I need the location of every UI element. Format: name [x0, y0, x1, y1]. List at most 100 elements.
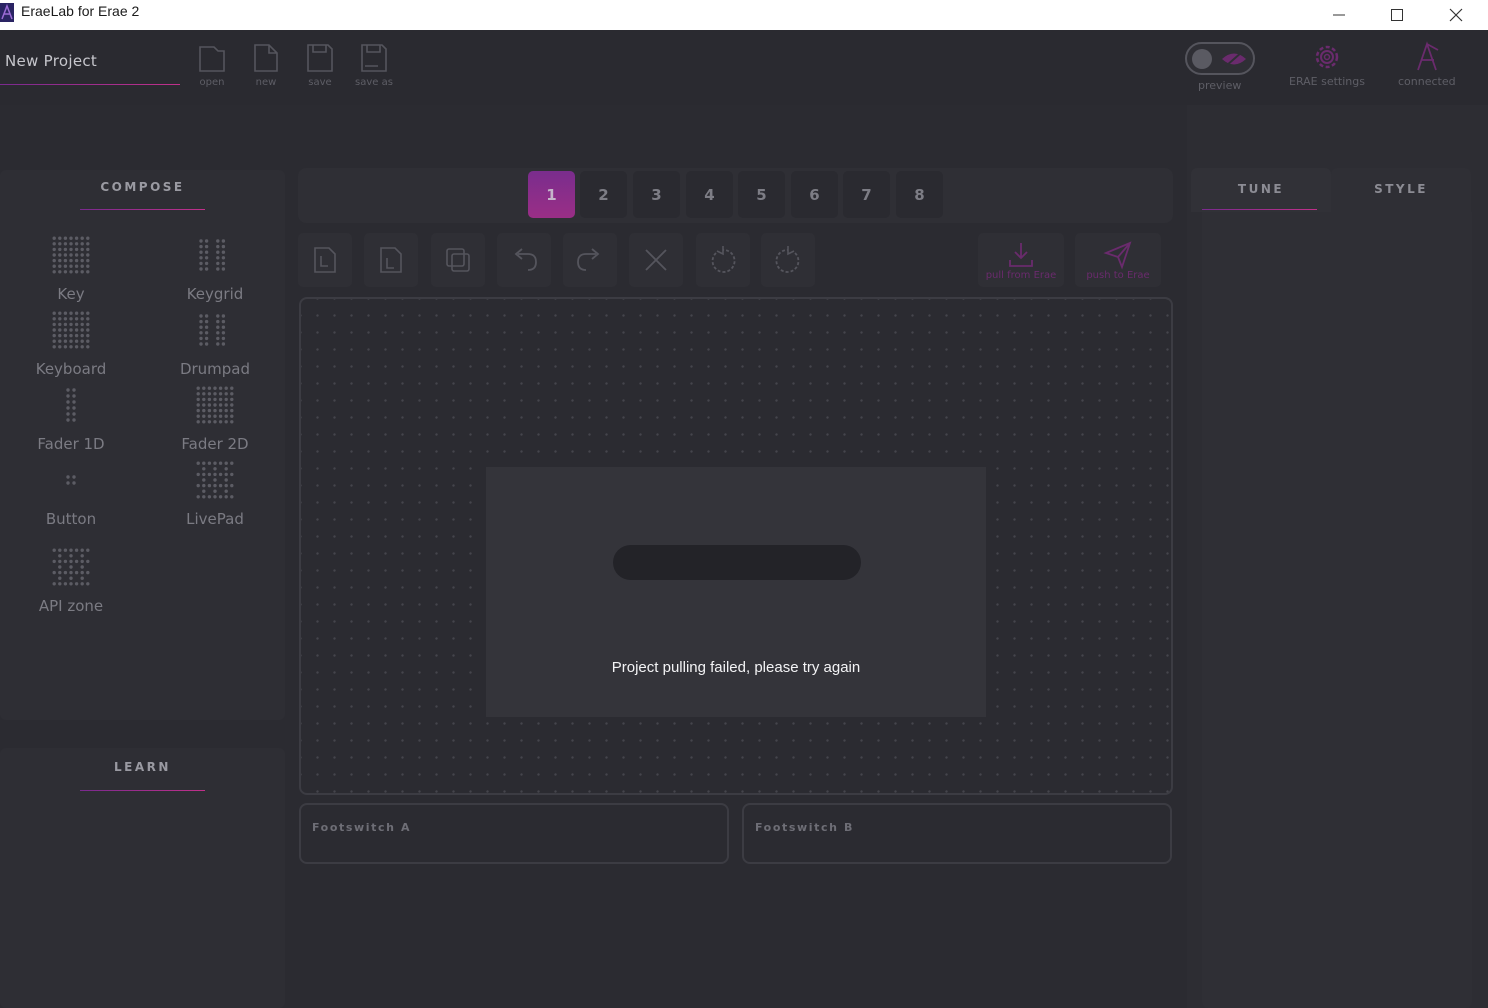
- tab-style[interactable]: STYLE: [1331, 168, 1471, 212]
- import-layout-icon: [380, 247, 402, 273]
- send-icon: [1103, 240, 1132, 270]
- import-layout-button[interactable]: [364, 233, 418, 287]
- fader-2d-dots-icon: [195, 385, 235, 425]
- pull-from-erae-button[interactable]: pull from Erae: [978, 233, 1064, 287]
- erae-settings-label: ERAE settings: [1289, 75, 1365, 88]
- save-label: save: [308, 77, 332, 88]
- rotate-left-button[interactable]: [696, 233, 750, 287]
- duplicate-button[interactable]: [431, 233, 485, 287]
- livepad-dots-icon: [195, 460, 235, 500]
- pull-from-erae-label: pull from Erae: [985, 269, 1057, 281]
- gear-icon: [1315, 45, 1339, 69]
- progress-bar: [613, 545, 861, 580]
- rotate-left-icon: [711, 246, 736, 273]
- compose-panel: COMPOSE Key Keygrid Keyboard Drumpad Fad…: [0, 170, 285, 720]
- preview-toggle[interactable]: [1185, 42, 1255, 75]
- widget-keygrid[interactable]: Keygrid: [160, 235, 270, 307]
- widget-key-label: Key: [57, 285, 85, 303]
- fader-1d-dots-icon: [51, 385, 91, 425]
- erae-logo-icon: [1416, 41, 1439, 71]
- new-button[interactable]: new: [245, 42, 287, 92]
- widget-livepad[interactable]: LivePad: [160, 460, 270, 532]
- close-icon: [1449, 8, 1463, 22]
- open-button[interactable]: open: [191, 42, 233, 92]
- widget-keygrid-label: Keygrid: [186, 285, 244, 303]
- duplicate-icon: [446, 248, 470, 272]
- new-label: new: [255, 77, 277, 88]
- erae-settings-button[interactable]: ERAE settings: [1289, 40, 1365, 88]
- open-label: open: [199, 77, 225, 88]
- push-to-erae-button[interactable]: push to Erae: [1075, 233, 1161, 287]
- page-tab-2[interactable]: 2: [580, 171, 627, 218]
- save-button[interactable]: save: [299, 42, 341, 92]
- app-logo-icon: [0, 3, 14, 22]
- learn-panel: LEARN: [0, 748, 285, 1008]
- connection-label: connected: [1398, 75, 1456, 88]
- redo-icon: [577, 248, 600, 271]
- widget-fader-1d[interactable]: Fader 1D: [16, 385, 126, 457]
- widget-api-zone-label: API zone: [38, 597, 104, 615]
- window-titlebar: EraeLab for Erae 2: [0, 0, 1488, 30]
- undo-icon: [514, 248, 537, 271]
- window-title: EraeLab for Erae 2: [21, 3, 140, 19]
- widget-keyboard-label: Keyboard: [35, 360, 107, 378]
- api-zone-dots-icon: [51, 547, 91, 587]
- new-file-icon: [254, 44, 278, 72]
- delete-button[interactable]: [629, 233, 683, 287]
- rotate-right-icon: [775, 246, 800, 273]
- widget-keyboard[interactable]: Keyboard: [16, 310, 126, 382]
- widget-livepad-label: LivePad: [186, 510, 244, 528]
- footswitch-b-label: Footswitch B: [755, 821, 854, 834]
- minimize-button[interactable]: [1310, 0, 1368, 30]
- page-tab-4[interactable]: 4: [686, 171, 733, 218]
- keygrid-dots-icon: [195, 235, 235, 275]
- save-as-icon: [361, 44, 387, 72]
- page-tabs-bar: 1 2 3 4 5 6 7 8: [298, 168, 1173, 223]
- widget-button[interactable]: Button: [16, 460, 126, 532]
- page-tab-3[interactable]: 3: [633, 171, 680, 218]
- redo-button[interactable]: [563, 233, 617, 287]
- export-layout-button[interactable]: [298, 233, 352, 287]
- learn-underline: [80, 790, 205, 791]
- learn-heading: LEARN: [114, 760, 171, 774]
- maximize-icon: [1391, 9, 1403, 21]
- page-tab-6[interactable]: 6: [791, 171, 838, 218]
- widget-key[interactable]: Key: [16, 235, 126, 307]
- page-tab-8[interactable]: 8: [896, 171, 943, 218]
- push-to-erae-label: push to Erae: [1086, 269, 1150, 281]
- undo-button[interactable]: [497, 233, 551, 287]
- save-as-button[interactable]: save as: [353, 42, 395, 92]
- keyboard-dots-icon: [51, 310, 91, 350]
- key-dots-icon: [51, 235, 91, 275]
- preview-toggle-knob: [1192, 49, 1212, 69]
- widget-fader-2d[interactable]: Fader 2D: [160, 385, 270, 457]
- widget-fader-1d-label: Fader 1D: [37, 435, 105, 453]
- footswitch-b[interactable]: Footswitch B: [742, 803, 1172, 864]
- tab-tune[interactable]: TUNE: [1191, 168, 1331, 212]
- widget-drumpad[interactable]: Drumpad: [160, 310, 270, 382]
- minimize-icon: [1333, 14, 1345, 16]
- footswitch-a[interactable]: Footswitch A: [299, 803, 729, 864]
- properties-body: [1202, 212, 1472, 1008]
- close-button[interactable]: [1427, 0, 1485, 30]
- widget-fader-2d-label: Fader 2D: [181, 435, 249, 453]
- page-tab-5[interactable]: 5: [738, 171, 785, 218]
- page-tab-1[interactable]: 1: [528, 171, 575, 218]
- rotate-right-button[interactable]: [761, 233, 815, 287]
- app-window: New Project open new save save as previe…: [0, 30, 1488, 1008]
- project-name[interactable]: New Project: [5, 52, 97, 70]
- maximize-button[interactable]: [1368, 0, 1426, 30]
- drumpad-dots-icon: [195, 310, 235, 350]
- error-dialog: Project pulling failed, please try again: [486, 467, 986, 717]
- widget-api-zone[interactable]: API zone: [16, 547, 126, 619]
- connection-status-button[interactable]: connected: [1398, 40, 1456, 88]
- export-layout-icon: [314, 247, 336, 273]
- save-as-label: save as: [355, 77, 393, 88]
- button-dots-icon: [51, 460, 91, 500]
- compose-heading: COMPOSE: [100, 180, 185, 194]
- download-icon: [1009, 242, 1033, 267]
- page-tab-7[interactable]: 7: [843, 171, 890, 218]
- folder-icon: [199, 46, 225, 72]
- widget-button-label: Button: [45, 510, 97, 528]
- tab-tune-underline: [1202, 209, 1317, 210]
